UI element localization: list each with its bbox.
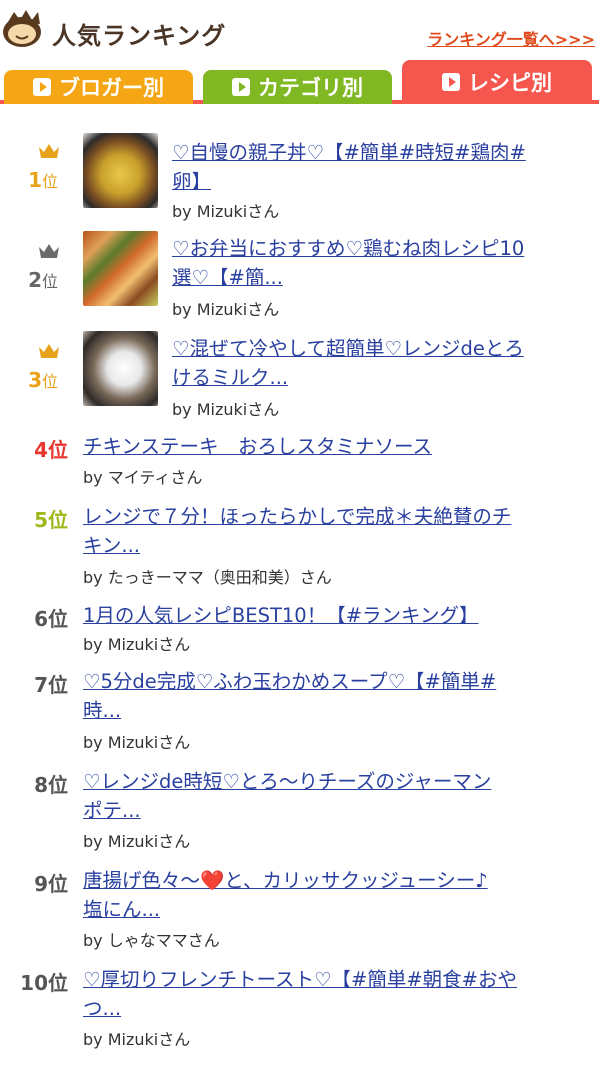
recipe-author: by Mizukiさん xyxy=(83,635,191,654)
recipe-author: by Mizukiさん xyxy=(83,1030,191,1049)
recipe-thumbnail[interactable] xyxy=(83,133,158,208)
ranking-list-link[interactable]: ランキング一覧へ>>> xyxy=(427,26,595,50)
recipe-title-link[interactable]: ♡お弁当におすすめ♡鶏むね肉レシピ10 選♡【#簡... xyxy=(172,234,524,292)
rank-number: 4位 xyxy=(34,438,68,462)
tab-label: ブロガー別 xyxy=(59,76,164,100)
rank-number: 9位 xyxy=(34,872,68,896)
tab-label: レシピ別 xyxy=(468,71,552,95)
recipe-author: by たっきーママ（奥田和美）さん xyxy=(83,568,332,587)
rank-number: 3位 xyxy=(28,368,58,392)
rank-number: 10位 xyxy=(20,971,68,995)
recipe-thumbnail[interactable] xyxy=(83,331,158,406)
recipe-author: by Mizukiさん xyxy=(172,202,280,221)
recipe-title-link[interactable]: ♡5分de完成♡ふわ玉わかめスープ♡【#簡単# 時... xyxy=(83,667,496,725)
rank-number: 5位 xyxy=(34,508,68,532)
tab-label: カテゴリ別 xyxy=(258,76,363,100)
play-icon xyxy=(232,78,250,96)
tab-blogger[interactable]: ブロガー別 xyxy=(4,70,193,104)
recipe-author: by マイティさん xyxy=(83,468,203,487)
recipe-thumbnail[interactable] xyxy=(83,231,158,306)
recipe-author: by Mizukiさん xyxy=(83,832,191,851)
tab-recipe[interactable]: レシピ別 xyxy=(402,60,592,104)
page-title: 人気ランキング xyxy=(52,22,227,50)
play-icon xyxy=(33,78,51,96)
gold-crown-icon xyxy=(39,144,59,158)
bronze-crown-icon xyxy=(39,344,59,358)
ranking-header: 人気ランキング ランキング一覧へ>>> xyxy=(0,0,599,62)
ranking-tabs: ブロガー別 カテゴリ別 レシピ別 xyxy=(0,58,599,104)
recipe-author: by Mizukiさん xyxy=(172,300,280,319)
rank-number: 7位 xyxy=(34,673,68,697)
recipe-title-link[interactable]: ♡厚切りフレンチトースト♡【#簡単#朝食#おや つ... xyxy=(83,965,517,1023)
recipe-author: by Mizukiさん xyxy=(172,400,280,419)
silver-crown-icon xyxy=(39,244,59,258)
tab-category[interactable]: カテゴリ別 xyxy=(203,70,392,104)
recipe-title-link[interactable]: ♡自慢の親子丼♡【#簡単#時短#鶏肉# 卵】 xyxy=(172,138,526,196)
recipe-title-link[interactable]: レンジで７分！ほったらかしで完成＊夫絶賛のチ キン... xyxy=(83,502,511,560)
rank-number: 2位 xyxy=(28,268,58,292)
play-icon xyxy=(442,73,460,91)
rank-number: 6位 xyxy=(34,607,68,631)
crown-logo-icon xyxy=(3,10,41,47)
recipe-title-link[interactable]: 唐揚げ色々～❤️と、カリッサクッジューシー♪ 塩にん... xyxy=(83,866,488,924)
recipe-title-link[interactable]: ♡混ぜて冷やして超簡単♡レンジdeとろ けるミルク... xyxy=(172,334,524,392)
rank-number: 1位 xyxy=(28,168,58,192)
recipe-author: by Mizukiさん xyxy=(83,733,191,752)
rank-number: 8位 xyxy=(34,773,68,797)
recipe-title-link[interactable]: 1月の人気レシピBEST10！【#ランキング】 xyxy=(83,601,478,630)
recipe-author: by しゃなママさん xyxy=(83,931,220,950)
recipe-title-link[interactable]: チキンステーキ おろしスタミナソース xyxy=(83,432,432,461)
recipe-title-link[interactable]: ♡レンジde時短♡とろ～りチーズのジャーマン ポテ... xyxy=(83,767,491,825)
